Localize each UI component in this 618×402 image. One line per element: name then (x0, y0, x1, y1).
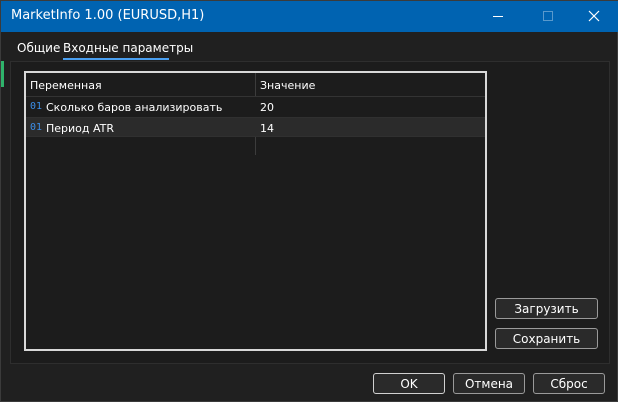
cancel-button[interactable]: Отмена (453, 373, 525, 394)
column-header-value[interactable]: Значение (260, 79, 315, 92)
tab-general[interactable]: Общие (17, 41, 60, 55)
parameter-value[interactable]: 20 (260, 101, 274, 114)
table-row[interactable]: 01 Период ATR 14 (26, 117, 485, 137)
dialog-window: MarketInfo 1.00 (EURUSD,H1) Общие Входны… (0, 0, 618, 402)
parameters-table: Переменная Значение 01 Сколько баров ана… (24, 71, 487, 351)
content-panel: Переменная Значение 01 Сколько баров ана… (10, 61, 610, 364)
parameter-value[interactable]: 14 (260, 122, 274, 135)
table-row[interactable]: 01 Сколько баров анализировать 20 (26, 97, 485, 117)
column-header-variable[interactable]: Переменная (30, 79, 102, 92)
maximize-button[interactable] (523, 1, 569, 32)
window-title: MarketInfo 1.00 (EURUSD,H1) (11, 8, 205, 23)
reset-button[interactable]: Сброс (533, 373, 605, 394)
edge-accent (1, 61, 4, 87)
minimize-icon (493, 16, 503, 17)
maximize-icon (543, 11, 553, 21)
load-button[interactable]: Загрузить (495, 298, 598, 319)
close-button[interactable] (571, 1, 617, 32)
ok-button[interactable]: OK (373, 373, 445, 394)
minimize-button[interactable] (475, 1, 521, 32)
tab-input-parameters[interactable]: Входные параметры (63, 41, 193, 55)
save-button[interactable]: Сохранить (495, 328, 598, 349)
parameter-name: Сколько баров анализировать (46, 101, 223, 114)
active-tab-indicator (63, 58, 169, 60)
title-bar[interactable]: MarketInfo 1.00 (EURUSD,H1) (1, 1, 618, 32)
parameter-name: Период ATR (46, 122, 115, 135)
integer-type-icon: 01 (30, 101, 43, 112)
table-header: Переменная Значение (26, 73, 485, 97)
close-icon (588, 10, 600, 22)
integer-type-icon: 01 (30, 122, 43, 133)
